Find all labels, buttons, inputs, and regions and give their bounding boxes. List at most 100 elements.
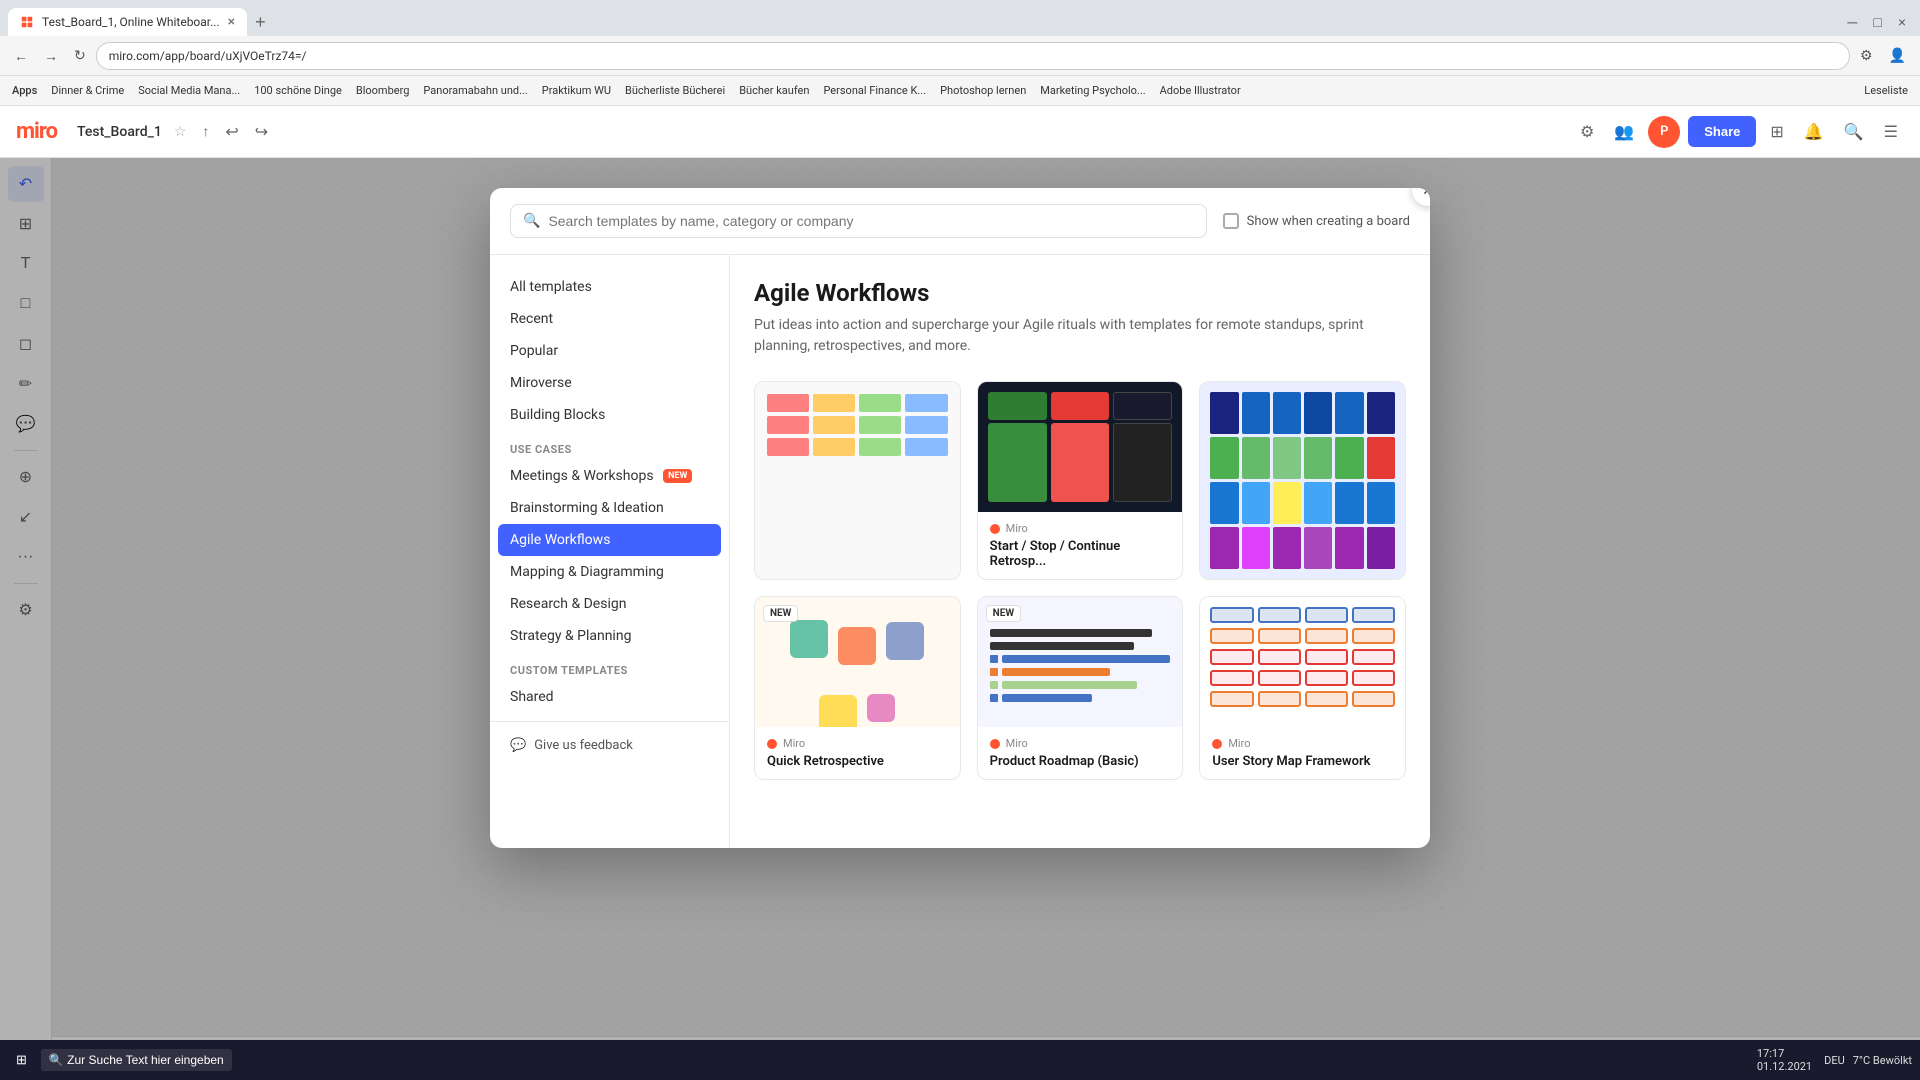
template-card-kanban[interactable]: Miro Kanban Framework [754, 381, 961, 580]
sidebar-shared[interactable]: Shared [490, 681, 729, 713]
content-description: Put ideas into action and supercharge yo… [754, 315, 1406, 357]
sidebar-brainstorming[interactable]: Brainstorming & Ideation [490, 492, 729, 524]
template-modal: × 🔍 Show when creating a board Al [490, 188, 1430, 848]
modal-body: All templates Recent Popular Miroverse B… [490, 255, 1430, 848]
sidebar-building-blocks[interactable]: Building Blocks [490, 399, 729, 431]
feedback-icon: 💬 [510, 738, 526, 753]
sidebar-custom-label: CUSTOM TEMPLATES [490, 652, 729, 681]
sidebar-recent[interactable]: Recent [490, 303, 729, 335]
bookmark-social[interactable]: Social Media Mana... [134, 82, 244, 99]
bookmark-100dinge[interactable]: 100 schöne Dinge [250, 82, 346, 99]
header-actions: ⚙ 👥 P Share ⊞ 🔔 🔍 ☰ [1574, 116, 1904, 148]
browser-chrome: Test_Board_1, Online Whiteboar... × + ─ … [0, 0, 1920, 106]
refresh-button[interactable]: ↻ [68, 43, 92, 68]
bookmark-photoshop[interactable]: Photoshop lernen [936, 82, 1030, 99]
bookmark-leseliste[interactable]: Leseliste [1860, 82, 1912, 99]
feedback-button[interactable]: 💬 Give us feedback [490, 721, 729, 769]
new-badge-roadmap: NEW [986, 605, 1021, 622]
miro-dot-4 [767, 739, 777, 749]
notification-icon[interactable]: 🔔 [1798, 116, 1830, 148]
sidebar-popular[interactable]: Popular [490, 335, 729, 367]
miro-header: miro Test_Board_1 ☆ ↑ ↩ ↪ ⚙ 👥 P Share ⊞ … [0, 106, 1920, 158]
template-card-quickretro[interactable]: NEW Miro [754, 596, 961, 780]
bookmark-dinner[interactable]: Dinner & Crime [47, 82, 128, 99]
redo-icon[interactable]: ↪ [255, 122, 268, 141]
bookmark-bloomberg[interactable]: Bloomberg [352, 82, 414, 99]
quickretro-author: Miro [767, 737, 948, 750]
miro-dot-5 [990, 739, 1000, 749]
undo-icon[interactable]: ↩ [225, 122, 238, 141]
avatar[interactable]: P [1648, 116, 1680, 148]
bookmark-praktikum[interactable]: Praktikum WU [538, 82, 615, 99]
search-taskbar[interactable]: 🔍 Zur Suche Text hier eingeben [41, 1049, 232, 1071]
apps-bookmark[interactable]: Apps [8, 82, 41, 99]
sidebar-all-templates[interactable]: All templates [490, 271, 729, 303]
template-card-pi[interactable]: Miro PI Planning [1199, 381, 1406, 580]
bookmark-finance[interactable]: Personal Finance K... [819, 82, 930, 99]
extensions-button[interactable]: ⚙ [1854, 43, 1879, 68]
address-bar[interactable]: miro.com/app/board/uXjVOeTrz74=/ [96, 42, 1850, 70]
roadmap-preview: NEW [978, 597, 1183, 727]
template-card-stopstart[interactable]: Miro Start / Stop / Continue Retrosp... [977, 381, 1184, 580]
usm-card-info: Miro User Story Map Framework [1200, 727, 1405, 779]
sidebar-use-cases-label: USE CASES [490, 431, 729, 460]
sidebar-agile-workflows[interactable]: Agile Workflows [498, 524, 721, 556]
tab-close-button[interactable]: × [228, 14, 235, 30]
taskbar-weather: 7°C Bewölkt [1853, 1054, 1912, 1067]
miro-logo: miro [16, 119, 57, 144]
modal-search-bar: 🔍 Show when creating a board [490, 188, 1430, 255]
close-window-button[interactable]: × [1892, 12, 1912, 32]
search-input[interactable] [548, 213, 1193, 229]
active-tab[interactable]: Test_Board_1, Online Whiteboar... × [8, 8, 247, 36]
collaborate-icon[interactable]: 👥 [1608, 116, 1640, 148]
show-creating-label: Show when creating a board [1247, 214, 1410, 229]
bookmark-buecher[interactable]: Bücher kaufen [735, 82, 813, 99]
settings-icon[interactable]: ⚙ [1574, 116, 1600, 148]
sidebar-miroverse[interactable]: Miroverse [490, 367, 729, 399]
quickretro-preview: NEW [755, 597, 960, 727]
roadmap-card-info: Miro Product Roadmap (Basic) [978, 727, 1183, 779]
kanban-preview [755, 382, 960, 579]
tab-title: Test_Board_1, Online Whiteboar... [42, 15, 220, 29]
share-button[interactable]: Share [1688, 116, 1756, 147]
new-tab-button[interactable]: + [247, 12, 274, 33]
stopstart-author: Miro [990, 522, 1171, 535]
template-card-usm[interactable]: Miro User Story Map Framework [1199, 596, 1406, 780]
minimize-button[interactable]: ─ [1841, 12, 1863, 32]
windows-taskbar: ⊞ 🔍 Zur Suche Text hier eingeben 17:17 0… [0, 1040, 1920, 1080]
show-creating-option[interactable]: Show when creating a board [1223, 213, 1410, 229]
menu-icon[interactable]: ☰ [1878, 116, 1904, 148]
search-header-icon[interactable]: 🔍 [1838, 116, 1870, 148]
bookmark-marketing[interactable]: Marketing Psycholo... [1036, 82, 1149, 99]
board-name: Test_Board_1 [77, 124, 162, 140]
star-icon[interactable]: ☆ [174, 124, 187, 140]
modal-overlay[interactable]: × 🔍 Show when creating a board Al [0, 158, 1920, 1080]
show-creating-checkbox[interactable] [1223, 213, 1239, 229]
browser-window-controls: ─ □ × [1841, 12, 1912, 32]
canvas-area[interactable]: ↶ ⊞ T □ ◻ ✏ 💬 ⊕ ↙ ··· ⚙ ⊞ ⊡ □ ▶ ⊞ ⊕ 📷 ⏱ … [0, 158, 1920, 1080]
maximize-button[interactable]: □ [1867, 12, 1887, 32]
sidebar-strategy[interactable]: Strategy & Planning [490, 620, 729, 652]
profile-button[interactable]: 👤 [1883, 43, 1912, 68]
roadmap-author: Miro [990, 737, 1171, 750]
sidebar-research[interactable]: Research & Design [490, 588, 729, 620]
usm-author: Miro [1212, 737, 1393, 750]
start-button[interactable]: ⊞ [8, 1048, 35, 1072]
taskbar-time: 17:17 01.12.2021 [1757, 1047, 1812, 1073]
new-badge-quickretro: NEW [763, 605, 798, 622]
search-wrapper[interactable]: 🔍 [510, 204, 1207, 238]
bookmark-adobe[interactable]: Adobe Illustrator [1156, 82, 1245, 99]
bookmark-panorama[interactable]: Panoramabahn und... [419, 82, 531, 99]
grid-icon[interactable]: ⊞ [1764, 116, 1789, 148]
template-card-roadmap[interactable]: NEW [977, 596, 1184, 780]
pi-card-info: Miro PI Planning [1200, 579, 1405, 580]
sidebar-mapping[interactable]: Mapping & Diagramming [490, 556, 729, 588]
sidebar-meetings-workshops[interactable]: Meetings & Workshops NEW [490, 460, 729, 492]
forward-button[interactable]: → [38, 44, 64, 68]
back-button[interactable]: ← [8, 44, 34, 68]
bookmark-buecherliste[interactable]: Bücherliste Bücherei [621, 82, 729, 99]
share-icon[interactable]: ↑ [202, 123, 209, 140]
usm-preview [1200, 597, 1405, 727]
roadmap-card-name: Product Roadmap (Basic) [990, 754, 1171, 769]
address-text: miro.com/app/board/uXjVOeTrz74=/ [109, 49, 307, 63]
